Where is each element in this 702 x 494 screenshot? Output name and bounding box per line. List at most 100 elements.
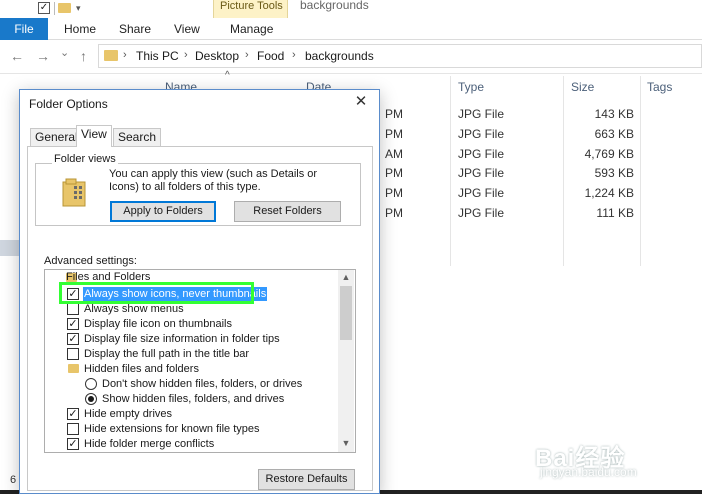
radio-dont-show-hidden[interactable]	[85, 378, 97, 390]
checkbox-display-file-icon[interactable]: ✓	[67, 318, 79, 330]
navigation-pane-selection[interactable]	[0, 240, 20, 256]
list-item-label: Hide extensions for known file types	[84, 423, 260, 435]
up-arrow-icon[interactable]: ↑	[80, 48, 87, 64]
close-icon[interactable]: ✕	[351, 93, 371, 113]
list-item-display-file-size[interactable]: ✓ Display file size information in folde…	[48, 332, 338, 347]
breadcrumb-this-pc[interactable]: This PC	[136, 49, 179, 63]
file-date-cell: PM	[385, 166, 403, 180]
file-type-cell: JPG File	[458, 186, 505, 200]
picture-tools-label: Picture Tools	[220, 0, 283, 12]
folder-views-icon	[62, 178, 86, 207]
scroll-down-icon[interactable]: ▼	[338, 438, 354, 448]
status-item-count: 6	[10, 474, 17, 486]
breadcrumb-separator: ›	[184, 49, 188, 61]
forward-arrow-icon[interactable]: →	[36, 48, 50, 64]
list-item-hide-extensions[interactable]: Hide extensions for known file types	[48, 422, 338, 437]
sort-ascending-icon: ^	[225, 70, 230, 81]
checkbox-display-full-path[interactable]	[67, 348, 79, 360]
advanced-settings-label: Advanced settings:	[44, 255, 137, 267]
folder-views-description: You can apply this view (such as Details…	[109, 168, 318, 193]
file-type-cell: JPG File	[458, 107, 505, 121]
breadcrumb-separator: ›	[245, 49, 249, 61]
file-date-cell: AM	[385, 147, 403, 161]
file-size-cell: 663 KB	[594, 127, 634, 141]
ribbon-tab-strip	[0, 18, 702, 40]
file-size-cell: 143 KB	[594, 107, 634, 121]
column-header-type[interactable]: Type	[458, 80, 484, 94]
file-date-cell: PM	[385, 206, 403, 220]
list-item-label: Display file icon on thumbnails	[84, 318, 232, 330]
window-title: backgrounds	[300, 0, 369, 12]
tab-view[interactable]: View	[166, 18, 208, 40]
tab-general[interactable]: General	[30, 128, 83, 146]
checkbox-hide-merge-conflicts[interactable]: ✓	[67, 438, 79, 450]
file-type-cell: JPG File	[458, 166, 505, 180]
quick-access-separator	[54, 2, 55, 15]
tab-file[interactable]: File	[0, 18, 48, 40]
scrollbar-thumb[interactable]	[340, 286, 352, 340]
list-item-label: Hidden files and folders	[84, 363, 199, 375]
file-type-cell: JPG File	[458, 206, 505, 220]
radio-show-hidden[interactable]	[85, 393, 97, 405]
checkbox-always-show-menus[interactable]	[67, 303, 79, 315]
tab-share[interactable]: Share	[111, 18, 159, 40]
restore-defaults-button[interactable]: Restore Defaults	[258, 469, 355, 490]
list-item-label: Hide folder merge conflicts	[84, 438, 215, 450]
folder-views-legend: Folder views	[52, 153, 118, 165]
address-folder-icon	[104, 50, 118, 61]
column-divider	[450, 76, 451, 266]
list-item-always-show-menus[interactable]: Always show menus	[48, 302, 338, 317]
list-item-label: Display the full path in the title bar	[84, 348, 250, 360]
column-divider	[640, 76, 641, 266]
file-size-cell: 4,769 KB	[584, 147, 634, 161]
quick-access-new-folder-icon[interactable]	[58, 3, 71, 13]
list-item-hide-empty-drives[interactable]: ✓ Hide empty drives	[48, 407, 338, 422]
file-type-cell: JPG File	[458, 147, 505, 161]
list-item-dont-show-hidden[interactable]: Don't show hidden files, folders, or dri…	[48, 377, 338, 392]
dialog-title: Folder Options	[29, 97, 108, 111]
column-header-size[interactable]: Size	[571, 80, 594, 94]
folder-icon	[68, 364, 79, 373]
breadcrumb-desktop[interactable]: Desktop	[195, 49, 239, 63]
baidu-watermark-url: jingyan.baidu.com	[540, 465, 637, 479]
file-date-cell: PM	[385, 186, 403, 200]
list-item-label: Don't show hidden files, folders, or dri…	[102, 378, 303, 390]
file-size-cell: 1,224 KB	[584, 186, 634, 200]
scroll-up-icon[interactable]: ▲	[338, 272, 354, 282]
list-item-hide-merge-conflicts[interactable]: ✓ Hide folder merge conflicts	[48, 437, 338, 452]
list-item-label: Always show menus	[84, 303, 184, 315]
apply-to-folders-button[interactable]: Apply to Folders	[110, 201, 216, 222]
reset-folders-button[interactable]: Reset Folders	[234, 201, 341, 222]
address-bar[interactable]	[98, 44, 702, 68]
list-item-display-full-path[interactable]: Display the full path in the title bar	[48, 347, 338, 362]
file-size-cell: 593 KB	[594, 166, 634, 180]
breadcrumb-food[interactable]: Food	[257, 49, 284, 63]
file-size-cell: 111 KB	[596, 206, 634, 220]
recent-locations-chevron-icon[interactable]: ⌄	[60, 46, 69, 59]
tab-manage[interactable]: Manage	[222, 18, 281, 40]
quick-access-properties-icon[interactable]: ✓	[38, 2, 50, 14]
column-divider	[563, 76, 564, 266]
annotation-highlight-frame	[59, 282, 254, 304]
file-type-cell: JPG File	[458, 127, 505, 141]
tab-home[interactable]: Home	[56, 18, 104, 40]
breadcrumb-backgrounds[interactable]: backgrounds	[305, 49, 374, 63]
file-date-cell: PM	[385, 107, 403, 121]
list-item-display-file-icon[interactable]: ✓ Display file icon on thumbnails	[48, 317, 338, 332]
list-item-hidden-files-group: Hidden files and folders	[48, 362, 338, 377]
file-date-cell: PM	[385, 127, 403, 141]
quick-access-dropdown-icon[interactable]: ▾	[76, 3, 88, 15]
list-item-label: Show hidden files, folders, and drives	[102, 393, 285, 405]
column-header-tags[interactable]: Tags	[647, 80, 672, 94]
list-item-label: Hide empty drives	[84, 408, 173, 420]
list-item-label: Display file size information in folder …	[84, 333, 280, 345]
checkbox-hide-empty-drives[interactable]: ✓	[67, 408, 79, 420]
breadcrumb-separator: ›	[123, 49, 127, 61]
breadcrumb-separator: ›	[292, 49, 296, 61]
checkbox-display-file-size[interactable]: ✓	[67, 333, 79, 345]
checkbox-hide-extensions[interactable]	[67, 423, 79, 435]
tab-search[interactable]: Search	[113, 128, 162, 146]
tab-view[interactable]: View	[76, 125, 112, 147]
list-item-show-hidden[interactable]: Show hidden files, folders, and drives	[48, 392, 338, 407]
back-arrow-icon[interactable]: ←	[10, 48, 24, 64]
